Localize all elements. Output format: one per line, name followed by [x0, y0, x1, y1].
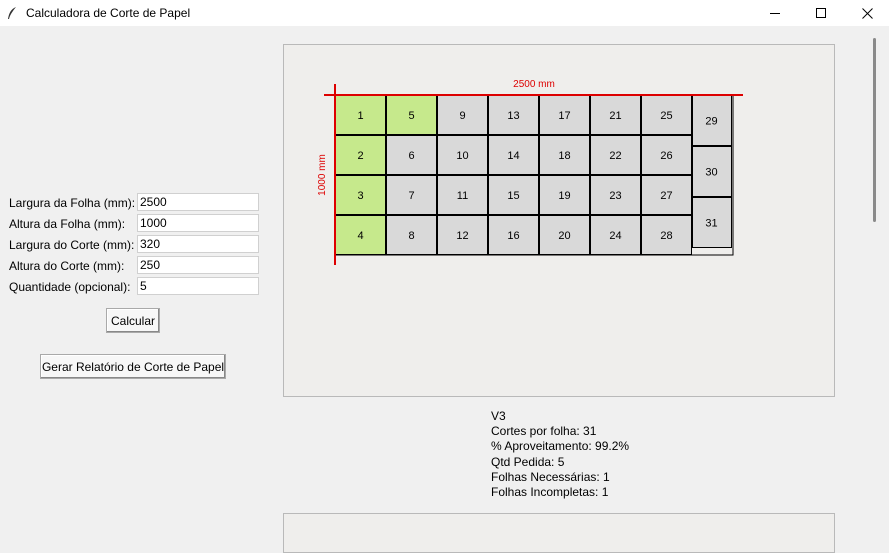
label-altura-corte: Altura do Corte (mm): [9, 259, 125, 273]
cut-piece-label: 8 [408, 230, 414, 242]
label-largura-corte: Largura do Corte (mm): [9, 238, 135, 252]
results-cortes-por-folha: Cortes por folha: 31 [491, 424, 597, 439]
cut-piece-label: 2 [357, 150, 363, 162]
cutting-canvas: 1 5 9 13 17 21 25 2 6 10 14 18 22 26 3 7 11 15 19 23 27 4 8 12 1… [283, 44, 835, 397]
title-bar: Calculadora de Corte de Papel [0, 0, 889, 26]
cut-piece-label: 5 [408, 110, 414, 122]
rotated-cut-piece-label: 31 [705, 218, 717, 230]
minimize-icon [769, 12, 780, 14]
cut-piece-label: 4 [357, 230, 363, 242]
largura-folha-input[interactable] [137, 193, 259, 211]
cut-piece-label: 25 [660, 110, 672, 122]
label-quantidade: Quantidade (opcional): [9, 280, 131, 294]
maximize-icon [815, 7, 826, 18]
quantidade-input[interactable] [137, 277, 259, 295]
label-altura-folha: Altura da Folha (mm): [9, 217, 126, 231]
results-folhas-incompletas: Folhas Incompletas: 1 [491, 485, 609, 500]
results-version: V3 [491, 409, 506, 423]
results-panel: V3 Cortes por folha: 31 % Aproveitamento… [491, 409, 629, 500]
rotated-cut-piece-label: 30 [705, 167, 717, 179]
cut-piece-label: 11 [457, 190, 468, 202]
maximize-button[interactable] [798, 0, 844, 26]
cut-piece-label: 7 [408, 190, 414, 202]
cutting-diagram: 1 5 9 13 17 21 252 6 10 14 18 22 263 7 11 15 19 23 274 8 12 1… [317, 79, 743, 265]
calcular-button[interactable]: Calcular [106, 308, 160, 333]
close-button[interactable] [844, 0, 889, 26]
cut-piece-label: 16 [507, 230, 519, 242]
report-canvas [283, 513, 835, 553]
cut-piece-label: 23 [609, 190, 621, 202]
gerar-relatorio-button[interactable]: Gerar Relatório de Corte de Papel [40, 354, 226, 379]
cut-piece-label: 1 [357, 110, 363, 122]
cut-piece-label: 12 [456, 230, 468, 242]
label-largura-folha: Largura da Folha (mm): [9, 196, 136, 210]
rotated-cut-piece-label: 29 [705, 116, 717, 128]
height-dimension-label: 1000 mm [317, 154, 328, 196]
cut-piece-label: 13 [507, 110, 519, 122]
cut-piece-label: 26 [660, 150, 672, 162]
cut-piece-label: 19 [558, 190, 570, 202]
feather-icon [6, 6, 18, 20]
cut-piece-label: 15 [507, 190, 519, 202]
cut-piece-label: 3 [357, 190, 363, 202]
largura-corte-input[interactable] [137, 235, 259, 253]
cut-piece-label: 24 [609, 230, 621, 242]
width-dimension-label: 2500 mm [513, 79, 555, 90]
cut-piece-label: 20 [558, 230, 570, 242]
cut-piece-label: 22 [609, 150, 621, 162]
results-qtd-pedida: Qtd Pedida: 5 [491, 454, 565, 469]
cut-piece-label: 18 [558, 150, 570, 162]
cut-piece-label: 17 [558, 110, 570, 122]
cut-piece-label: 21 [609, 110, 621, 122]
altura-corte-input[interactable] [137, 256, 259, 274]
cut-piece-label: 14 [507, 150, 519, 162]
close-icon [861, 7, 873, 19]
cut-piece-label: 10 [456, 150, 468, 162]
window-title: Calculadora de Corte de Papel [26, 6, 191, 20]
cut-piece-label: 27 [660, 190, 672, 202]
minimize-button[interactable] [752, 0, 798, 26]
cut-piece-label: 6 [408, 150, 414, 162]
results-aproveitamento: % Aproveitamento: 99.2% [491, 439, 630, 454]
vertical-scrollbar[interactable] [873, 38, 876, 222]
results-folhas-necessarias: Folhas Necessárias: 1 [491, 469, 610, 484]
cut-piece-label: 9 [459, 110, 465, 122]
cut-piece-label: 28 [660, 230, 672, 242]
altura-folha-input[interactable] [137, 214, 259, 232]
